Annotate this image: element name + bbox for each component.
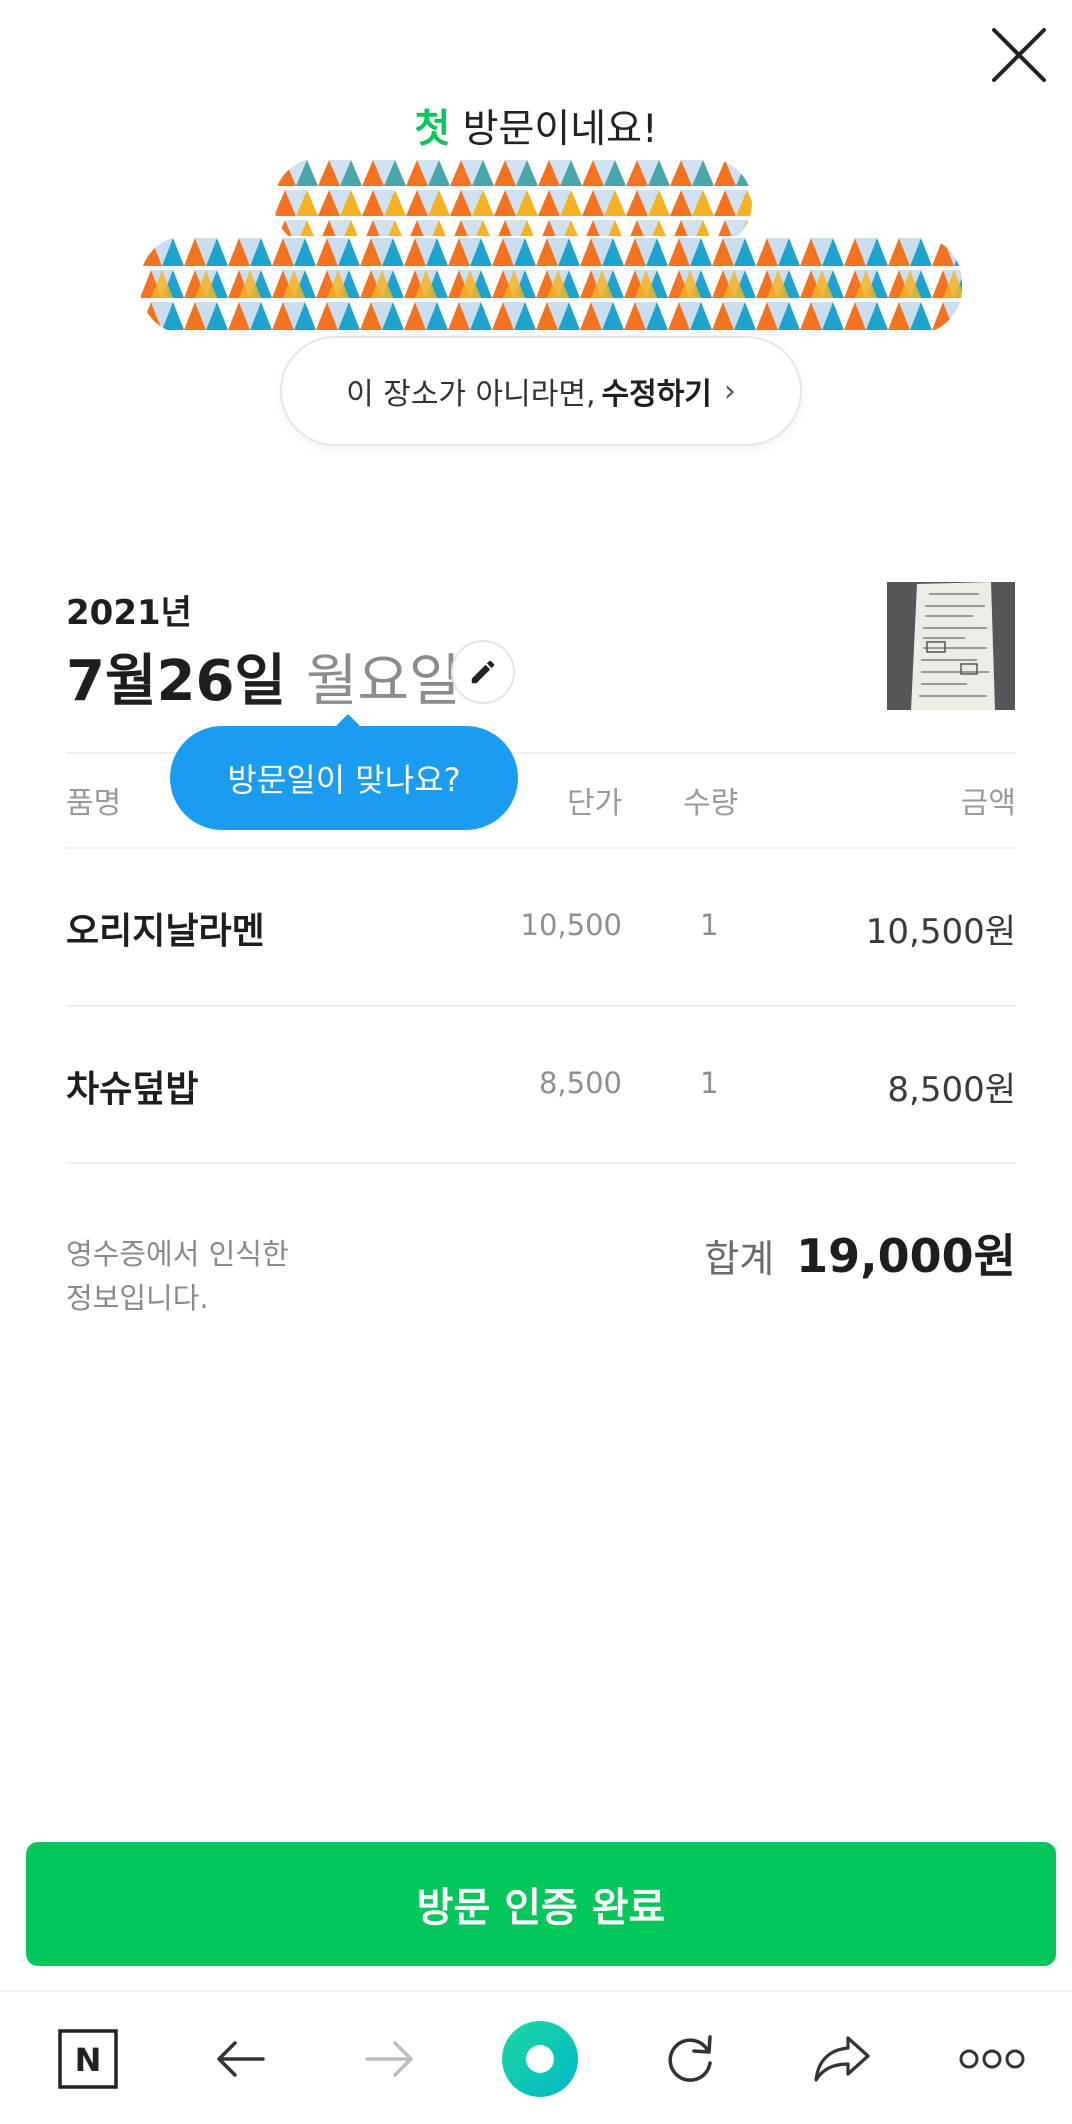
item-name: 차슈덮밥 — [66, 1069, 199, 1110]
table-row: 차슈덮밥 8,500 1 8,500원 — [0, 1060, 1072, 1120]
share-button[interactable] — [798, 1992, 886, 2124]
ocr-note-line2: 정보입니다. — [66, 1281, 209, 1315]
visit-month-day: 7월26일 — [66, 649, 286, 714]
redacted-place-name — [274, 158, 752, 248]
item-amount: 10,500원 — [865, 912, 1016, 952]
divider-row — [66, 1162, 1016, 1164]
divider-row — [66, 1005, 1016, 1007]
edit-place-button[interactable]: 이 장소가 아니라면, 수정하기 › — [280, 336, 802, 446]
header-item-name: 품명 — [66, 786, 122, 821]
header-unit-price: 단가 — [567, 786, 623, 821]
total-value: 19,000원 — [796, 1229, 1016, 1283]
refresh-button[interactable] — [646, 1992, 734, 2124]
edit-place-action: 수정하기 — [601, 377, 712, 412]
total-label: 합계 — [704, 1237, 775, 1281]
naver-icon: N — [58, 2029, 118, 2089]
naver-logo-letter: N — [75, 2041, 102, 2079]
ocr-note: 영수증에서 인식한 정보입니다. — [66, 1232, 366, 1320]
more-icon — [959, 2049, 1025, 2069]
edit-date-button[interactable] — [451, 640, 515, 704]
chevron-right-icon: › — [723, 373, 736, 409]
close-button[interactable] — [990, 26, 1048, 84]
back-button[interactable] — [196, 1992, 284, 2124]
first-visit-text: 방문이네요! — [450, 107, 658, 152]
receipt-image — [887, 582, 1015, 710]
visit-verification-screen: 첫 방문이네요! 이 장소가 아니라면, 수정하기 › 2021년 7월26일 … — [0, 0, 1072, 2124]
pencil-icon — [471, 660, 495, 684]
item-quantity: 1 — [700, 1066, 719, 1100]
refresh-icon — [668, 2035, 712, 2082]
forward-arrow-icon — [365, 2041, 413, 2077]
header-quantity: 수량 — [683, 786, 739, 821]
item-name: 오리지날라멘 — [66, 911, 265, 952]
first-visit-accent: 첫 — [414, 107, 451, 152]
share-icon — [814, 2036, 870, 2082]
edit-place-prefix: 이 장소가 아니라면, — [346, 377, 596, 412]
back-arrow-icon — [217, 2041, 265, 2077]
receipt-thumbnail[interactable] — [887, 582, 1015, 710]
close-icon — [992, 28, 1046, 82]
table-row: 오리지날라멘 10,500 1 10,500원 — [0, 902, 1072, 962]
item-unit-price: 10,500 — [520, 908, 622, 942]
green-dot-button[interactable] — [496, 1992, 584, 2124]
visit-date: 7월26일 월요일 — [66, 636, 461, 717]
item-quantity: 1 — [700, 908, 719, 942]
item-unit-price: 8,500 — [538, 1066, 622, 1100]
divider-header — [66, 847, 1016, 849]
item-amount: 8,500원 — [887, 1070, 1016, 1110]
ocr-note-line1: 영수증에서 인식한 — [66, 1237, 289, 1271]
naver-home-button[interactable]: N — [44, 1992, 132, 2124]
confirm-visit-button[interactable]: 방문 인증 완료 — [26, 1842, 1056, 1966]
visit-year: 2021년 — [66, 593, 192, 633]
green-dot-home-icon — [502, 2021, 578, 2097]
redacted-place-address — [140, 236, 962, 334]
browser-bottom-bar: N — [0, 1990, 1072, 2124]
first-visit-heading: 첫 방문이네요! — [0, 98, 1072, 154]
date-confirm-tooltip: 방문일이 맞나요? — [170, 714, 518, 830]
visit-weekday: 월요일 — [305, 649, 461, 714]
more-button[interactable] — [948, 1992, 1036, 2124]
forward-button[interactable] — [346, 1992, 434, 2124]
header-amount: 금액 — [960, 786, 1016, 821]
total-amount: 합계 19,000원 — [704, 1220, 1016, 1286]
